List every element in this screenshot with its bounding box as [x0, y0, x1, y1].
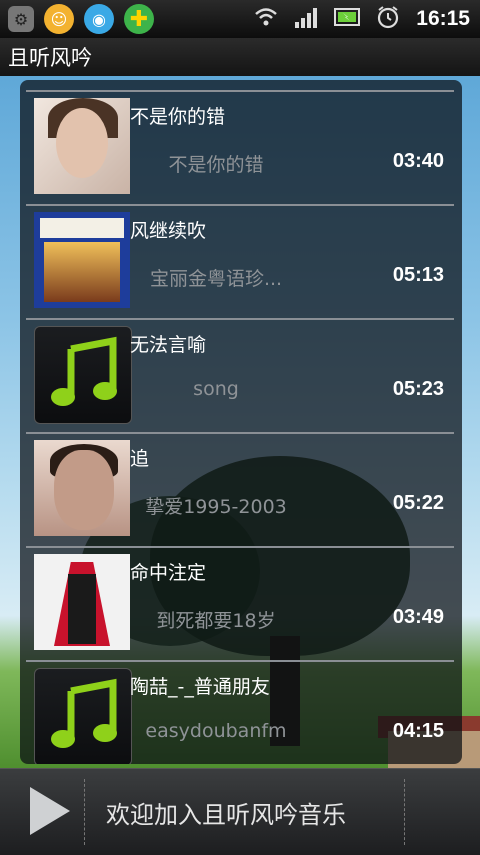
alarm-icon — [376, 5, 400, 34]
notification-icons: ⚙ ☺ ◉ ✚ — [0, 4, 154, 34]
song-title: 命中注定 — [130, 562, 207, 584]
album-art — [34, 554, 130, 650]
song-album: song — [193, 378, 239, 400]
status-bar: ⚙ ☺ ◉ ✚ 16:15 — [0, 0, 480, 38]
song-duration: 03:40 — [392, 150, 444, 172]
song-list[interactable]: 不是你的错 不是你的错 03:40 风继续吹 宝丽金粤语珍... 05:13 无… — [20, 80, 462, 764]
song-row[interactable]: 不是你的错 不是你的错 03:40 — [26, 90, 454, 204]
song-title: 陶喆_-_普通朋友 — [130, 676, 270, 698]
song-album: 挚爱1995-2003 — [145, 496, 287, 518]
song-album: 不是你的错 — [168, 154, 264, 176]
clock-time: 16:15 — [416, 7, 470, 30]
app-title: 且听风吟 — [8, 46, 92, 70]
music-note-icon — [34, 668, 132, 764]
song-row[interactable]: 风继续吹 宝丽金粤语珍... 05:13 — [26, 204, 454, 318]
wifi-icon — [254, 7, 278, 32]
album-art — [34, 98, 130, 194]
battery-icon — [334, 6, 361, 33]
album-art — [34, 212, 130, 308]
divider — [404, 779, 406, 845]
settings-icon: ⚙ — [8, 6, 34, 32]
chat-notification-icon: ☺ — [44, 4, 74, 34]
song-row[interactable]: 追 挚爱1995-2003 05:22 — [26, 432, 454, 546]
song-duration: 03:49 — [392, 606, 444, 628]
song-title: 无法言喻 — [130, 334, 207, 356]
divider — [84, 779, 86, 845]
player-bar: 欢迎加入且听风吟音乐 — [0, 768, 480, 855]
song-row[interactable]: 命中注定 到死都要18岁 03:49 — [26, 546, 454, 660]
song-duration: 04:15 — [392, 720, 444, 742]
song-album: 宝丽金粤语珍... — [149, 268, 283, 290]
song-row[interactable]: 陶喆_-_普通朋友 easydoubanfm 04:15 — [26, 660, 454, 764]
app-title-bar: 且听风吟 — [0, 38, 480, 76]
song-title: 追 — [130, 448, 150, 470]
song-album: easydoubanfm — [145, 720, 287, 742]
play-button[interactable] — [30, 787, 70, 835]
album-art — [34, 440, 130, 536]
song-title: 风继续吹 — [130, 220, 207, 242]
song-duration: 05:22 — [392, 492, 444, 514]
signal-icon — [294, 6, 318, 33]
music-note-icon — [34, 326, 132, 424]
song-duration: 05:23 — [392, 378, 444, 400]
plus-app-icon: ✚ — [124, 4, 154, 34]
now-playing-text: 欢迎加入且听风吟音乐 — [106, 801, 346, 829]
song-row[interactable]: 无法言喻 song 05:23 — [26, 318, 454, 432]
song-album: 到死都要18岁 — [156, 610, 276, 632]
qq-icon: ◉ — [84, 4, 114, 34]
system-icons: 16:15 — [254, 5, 480, 34]
song-duration: 05:13 — [392, 264, 444, 286]
song-title: 不是你的错 — [130, 106, 226, 128]
